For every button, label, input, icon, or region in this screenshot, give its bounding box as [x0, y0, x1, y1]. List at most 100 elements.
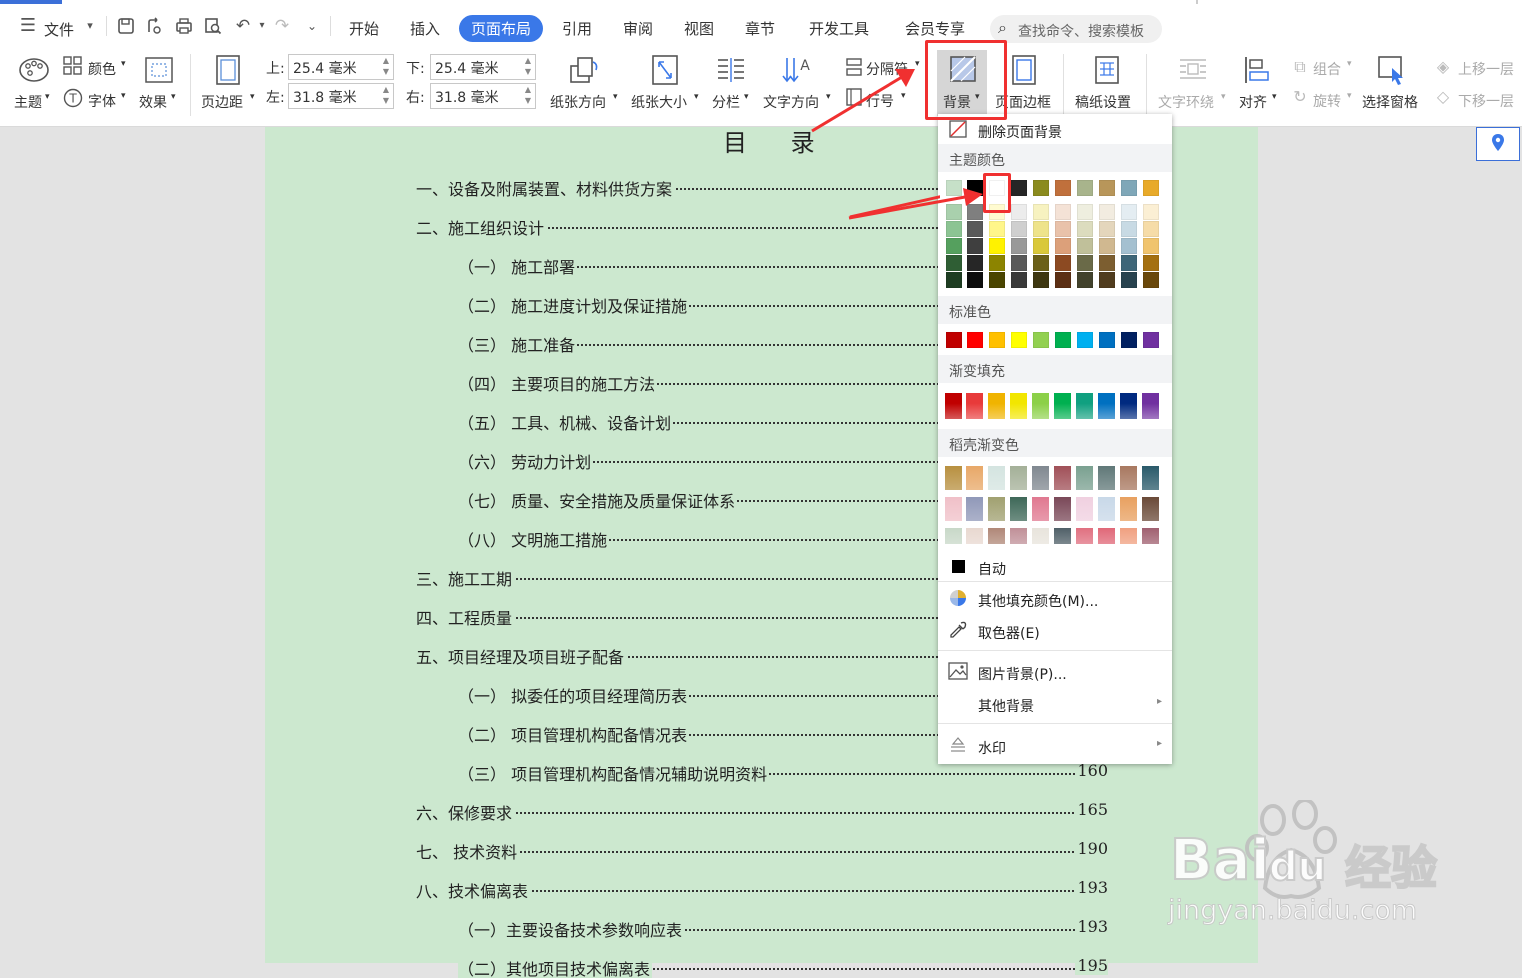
tab-insert[interactable]: 插入 — [410, 18, 440, 39]
docer-gradient-swatch[interactable] — [1142, 497, 1159, 521]
docer-gradient-swatch[interactable] — [988, 528, 1005, 544]
docer-gradient-swatch[interactable] — [1120, 466, 1137, 490]
standard-color-swatch[interactable] — [1143, 332, 1159, 348]
chevron-down-icon[interactable]: ▾ — [45, 92, 50, 102]
columns-icon[interactable] — [716, 56, 746, 84]
tab-review[interactable]: 审阅 — [623, 18, 653, 39]
undo-icon[interactable]: ↶ — [233, 17, 253, 35]
docer-gradient-swatch[interactable] — [1142, 528, 1159, 544]
standard-color-swatch[interactable] — [989, 332, 1005, 348]
top-margin-input[interactable]: 25.4 毫米 ▲ ▼ — [288, 54, 394, 80]
theme-color-swatch[interactable] — [1143, 221, 1159, 237]
docer-gradient-swatch[interactable] — [1076, 528, 1093, 544]
theme-color-swatch[interactable] — [1011, 272, 1027, 288]
align-button[interactable]: 对齐 — [1239, 92, 1267, 112]
theme-color-swatch[interactable] — [1011, 221, 1027, 237]
chevron-down-icon[interactable]: ▾ — [250, 92, 255, 102]
gradient-fill-swatch[interactable] — [1120, 393, 1137, 419]
standard-color-swatch[interactable] — [1077, 332, 1093, 348]
theme-palette-icon[interactable] — [18, 56, 50, 84]
standard-color-swatch[interactable] — [1011, 332, 1027, 348]
chevron-down-icon[interactable]: ▾ — [1272, 92, 1277, 102]
docer-gradient-swatch[interactable] — [966, 497, 983, 521]
color-button[interactable]: 颜色 — [88, 59, 116, 79]
eyedropper-item[interactable]: 取色器(E) — [938, 617, 1172, 645]
theme-color-swatch[interactable] — [1055, 204, 1071, 220]
theme-color-swatch[interactable] — [1121, 221, 1137, 237]
redo-icon[interactable]: ↷ — [272, 17, 292, 35]
paper-size-icon[interactable] — [650, 54, 680, 86]
gradient-fill-swatch[interactable] — [1054, 393, 1071, 419]
docer-gradient-swatch[interactable] — [945, 497, 962, 521]
theme-color-swatch[interactable] — [1121, 272, 1137, 288]
theme-color-swatch[interactable] — [967, 272, 983, 288]
theme-color-swatch[interactable] — [1099, 238, 1115, 254]
docer-gradient-swatch[interactable] — [988, 497, 1005, 521]
export-icon[interactable] — [144, 17, 164, 35]
standard-color-swatch[interactable] — [1033, 332, 1049, 348]
toc-entry[interactable]: （二）其他项目技术偏离表 195 — [458, 956, 1108, 978]
theme-color-swatch[interactable] — [1011, 204, 1027, 220]
theme-color-swatch[interactable] — [989, 255, 1005, 271]
theme-color-swatch[interactable] — [1033, 180, 1049, 196]
gradient-fill-swatch[interactable] — [1098, 393, 1115, 419]
theme-color-swatch[interactable] — [1099, 204, 1115, 220]
theme-color-swatch[interactable] — [1077, 180, 1093, 196]
theme-color-swatch[interactable] — [1077, 255, 1093, 271]
theme-color-swatch[interactable] — [989, 272, 1005, 288]
docer-gradient-swatch[interactable] — [966, 466, 983, 490]
gradient-fill-swatch[interactable] — [1142, 393, 1159, 419]
color-scheme-icon[interactable] — [63, 56, 83, 76]
tab-references[interactable]: 引用 — [562, 18, 592, 39]
tab-developer[interactable]: 开发工具 — [809, 18, 869, 39]
theme-color-swatch[interactable] — [1077, 272, 1093, 288]
right-margin-input[interactable]: 31.8 毫米 ▲ ▼ — [430, 83, 536, 109]
theme-color-swatch[interactable] — [1033, 221, 1049, 237]
theme-color-swatch[interactable] — [1121, 180, 1137, 196]
vertical-scrollbar[interactable] — [1510, 127, 1522, 963]
theme-color-swatch[interactable] — [946, 255, 962, 271]
theme-color-swatch[interactable] — [1033, 204, 1049, 220]
docer-gradient-swatch[interactable] — [988, 466, 1005, 490]
tab-page-layout[interactable]: 页面布局 — [459, 15, 544, 42]
selection-pane-button[interactable]: 选择窗格 — [1362, 92, 1418, 112]
left-margin-input[interactable]: 31.8 毫米 ▲ ▼ — [288, 83, 394, 109]
gradient-fill-swatch[interactable] — [1076, 393, 1093, 419]
remove-background-item[interactable]: 删除页面背景 — [938, 116, 1172, 144]
chevron-down-icon[interactable]: ▾ — [613, 92, 618, 102]
theme-color-swatch[interactable] — [1121, 238, 1137, 254]
save-icon[interactable] — [116, 17, 136, 35]
theme-color-swatch[interactable] — [967, 238, 983, 254]
print-preview-icon[interactable] — [203, 17, 223, 35]
align-icon[interactable] — [1242, 54, 1272, 86]
grid-paper-button[interactable]: 稿纸设置 — [1075, 92, 1131, 112]
toc-entry[interactable]: 七、 技术资料 190 — [416, 839, 1108, 861]
theme-color-swatch[interactable] — [1099, 180, 1115, 196]
font-scheme-icon[interactable]: T — [63, 88, 83, 108]
picture-background-item[interactable]: 图片背景(P)... — [938, 658, 1172, 686]
theme-color-swatch[interactable] — [946, 272, 962, 288]
toc-entry[interactable]: 八、技术偏离表 193 — [416, 878, 1108, 900]
theme-color-swatch[interactable] — [1143, 204, 1159, 220]
hamburger-icon[interactable]: ☰ — [18, 17, 38, 35]
theme-color-swatch[interactable] — [1077, 221, 1093, 237]
customize-toolbar-icon[interactable]: ⌄ — [302, 17, 322, 35]
chevron-down-icon[interactable]: ▾ — [121, 59, 126, 69]
page-border-icon[interactable] — [1010, 54, 1038, 86]
gradient-fill-swatch[interactable] — [988, 393, 1005, 419]
theme-color-swatch[interactable] — [1055, 255, 1071, 271]
toc-entry[interactable]: 六、保修要求 165 — [416, 800, 1108, 822]
docer-gradient-swatch[interactable] — [1010, 497, 1027, 521]
theme-button[interactable]: 主题 — [14, 92, 42, 112]
docer-gradient-swatch[interactable] — [945, 528, 962, 544]
theme-color-swatch[interactable] — [1077, 238, 1093, 254]
theme-color-swatch[interactable] — [1077, 204, 1093, 220]
columns-button[interactable]: 分栏 — [712, 92, 740, 112]
standard-color-swatch[interactable] — [946, 332, 962, 348]
bottom-margin-input[interactable]: 25.4 毫米 ▲ ▼ — [430, 54, 536, 80]
docer-gradient-swatch[interactable] — [1120, 497, 1137, 521]
standard-color-swatch[interactable] — [1099, 332, 1115, 348]
effects-button[interactable]: 效果 — [139, 92, 167, 112]
docer-gradient-swatch[interactable] — [1098, 497, 1115, 521]
theme-color-swatch[interactable] — [1055, 221, 1071, 237]
